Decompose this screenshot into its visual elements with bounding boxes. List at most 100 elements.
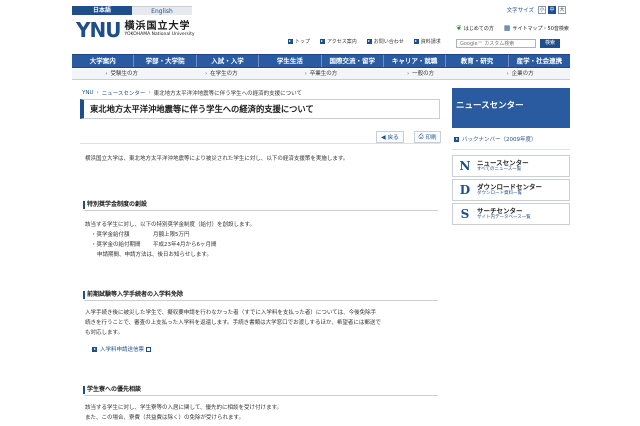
fee-application-label: 入学料申請送信票 [100, 347, 145, 353]
page: 日本語 English 文字サイズ 小 中 大 YNU 横浜国立大学 YOKOH… [72, 0, 570, 426]
article-intro: 横浜国立大学は、東北地方太平洋沖地震等により被災された学生に対し、以下の経済支援… [85, 150, 439, 163]
period-key: ・奨学金の給付期間 [91, 242, 141, 248]
util-link-label: トップ [295, 39, 311, 45]
breadcrumb-news[interactable]: ニュースセンター [102, 89, 146, 97]
util-link-contact[interactable]: お問い合わせ [366, 38, 404, 45]
global-nav: 大学案内 学部・大学院 入試・入学 学生生活 国際交流・留学 キャリア・就職 教… [72, 54, 570, 68]
intro-text: 横浜国立大学は、東北地方太平洋沖地震等により被災された学生に対し、以下の経済支援… [85, 156, 349, 162]
audience-nav: › 受験生の方 › 在学生の方 › 卒業生の方 › 一般の方 › 企業の方 [72, 69, 570, 80]
breadcrumb-separator: › [96, 90, 99, 96]
leaf-icon: ❦ [456, 24, 462, 32]
audience-public[interactable]: › 一般の方 [371, 69, 471, 79]
period-value: 平成23年4月から6ヶ月間 [153, 242, 217, 248]
arrow-icon [413, 39, 419, 44]
gnav-about[interactable]: 大学案内 [72, 55, 135, 67]
body-line: また、この場合、寮費（共益費は除く）の免除が受けられます。 [85, 415, 244, 421]
page-title-box: 東北地方太平洋沖地震等に伴う学生への経済的支援について [80, 99, 440, 119]
util-link-label: アクセス案内 [327, 39, 357, 45]
body-line: 続きを行うことで、審査の上支払った入学料を返還します。手続き書類は大学窓口でお渡… [85, 320, 381, 326]
audience-label: 卒業生の方 [309, 71, 338, 77]
section-heading-scholarship: 特別奨学金制度の創設 [83, 200, 438, 211]
audience-applicants[interactable]: › 受験生の方 [72, 69, 172, 79]
first-time-link[interactable]: ❦ はじめての方 [456, 24, 494, 32]
util-link-top[interactable]: トップ [288, 38, 310, 45]
gnav-international[interactable]: 国際交流・留学 [322, 55, 384, 67]
gnav-industry[interactable]: 産学・社会連携 [509, 55, 570, 67]
text-size-medium-button[interactable]: 中 [548, 6, 556, 14]
gnav-research[interactable]: 教育・研究 [446, 55, 509, 67]
sidebar-box-title: サーチセンター [477, 207, 523, 215]
chevron-right-icon: › [506, 71, 509, 77]
chevron-right-icon: › [205, 71, 208, 77]
sidebar-search-center[interactable]: S サーチセンター サイト内データベース一覧 [452, 203, 570, 225]
audience-companies[interactable]: › 企業の方 [470, 69, 570, 79]
util-link-request[interactable]: 資料請求 [413, 38, 441, 45]
gnav-career[interactable]: キャリア・就職 [384, 55, 447, 67]
site-logo[interactable]: YNU 横浜国立大学 YOKOHAMA National University [76, 20, 195, 40]
fee-application-link[interactable]: 入学料申請送信票 [92, 345, 152, 353]
breadcrumb: YNU › ニュースセンター › 東北地方太平洋沖地震等に伴う学生への経済的支援… [82, 89, 302, 97]
amount-row: ・奨学金給付額 月額上限5万円 [85, 230, 439, 240]
body-line: 申請期間、申請方法は、後日お知らせします。 [97, 252, 212, 258]
text-size-small-button[interactable]: 小 [538, 6, 546, 14]
gnav-admissions[interactable]: 入試・入学 [197, 55, 260, 67]
gnav-student-life[interactable]: 学生生活 [259, 55, 322, 67]
body-line: も対応します。 [85, 330, 123, 336]
search-button[interactable]: 検索 [540, 39, 560, 48]
download-icon: D [459, 183, 471, 197]
back-arrow-icon: ◀ [381, 133, 386, 141]
printer-icon: ⎙ [418, 133, 424, 140]
section-heading-fee-exemption: 前期試験等入学手続者の入学料免除 [83, 290, 438, 301]
arrow-icon [92, 346, 97, 352]
body-line: 入学手続き後に被災した学生で、擬収要申請を行わなかった者（すでに入学料を支払った… [85, 310, 377, 316]
logo-mark: YNU [76, 18, 121, 42]
page-actions: ◀ 戻る ⎙ 印刷 [376, 131, 442, 143]
text-size-large-button[interactable]: 大 [558, 6, 566, 14]
back-button[interactable]: ◀ 戻る [376, 131, 404, 143]
breadcrumb-separator: › [148, 90, 151, 96]
language-switch: 日本語 English [72, 6, 192, 15]
print-button[interactable]: ⎙ 印刷 [413, 131, 442, 143]
sidebar-box-subtitle: サイト内データベース一覧 [477, 215, 531, 220]
external-link-icon [146, 346, 152, 352]
logo-english-name: YOKOHAMA National University [124, 32, 195, 37]
util-link-label: 資料請求 [420, 39, 441, 45]
back-label: 戻る [387, 135, 399, 141]
audience-label: 企業の方 [511, 71, 534, 77]
arrow-icon [366, 39, 372, 44]
backnumber-link[interactable]: バックナンバー（2009年度） [452, 134, 570, 144]
lang-en-tab[interactable]: English [132, 6, 192, 15]
arrow-icon [288, 39, 293, 44]
lang-ja-tab[interactable]: 日本語 [72, 6, 132, 15]
sitemap-link[interactable]: ▦ サイトマップ・50音検索 [504, 24, 569, 32]
breadcrumb-home[interactable]: YNU [82, 90, 94, 96]
chevron-right-icon: › [304, 71, 307, 77]
sidebar-download-center[interactable]: D ダウンロードセンター ダウンロード資料一覧 [452, 179, 570, 201]
search-input[interactable] [456, 39, 536, 48]
body-line: 該当する学生に対し、以下の特別奨学金制度（給付）を創設します。 [85, 222, 255, 228]
sitemap-icon: ▦ [503, 24, 511, 32]
divider [80, 143, 440, 144]
section-heading-dormitory: 学生寮への優先相談 [83, 385, 438, 396]
arrow-icon [320, 39, 326, 44]
chevron-right-icon: › [105, 71, 108, 77]
sidebar-box-subtitle: すべてのニュース一覧 [477, 167, 522, 172]
sidebar-box-subtitle: ダウンロード資料一覧 [477, 191, 522, 196]
sidebar-news-center[interactable]: N ニュースセンター すべてのニュース一覧 [452, 155, 570, 177]
sidebar-heading: ニュースセンター [452, 88, 570, 128]
util-link-access[interactable]: アクセス案内 [320, 38, 357, 45]
body-line: 該当する学生に対し、学生寮等の入居に関して、優先的に相談を受け付けます。 [85, 405, 283, 411]
audience-students[interactable]: › 在学生の方 [172, 69, 272, 79]
gnav-faculties[interactable]: 学部・大学院 [134, 55, 197, 67]
audience-label: 受験生の方 [110, 71, 139, 77]
chevron-right-icon: › [407, 71, 410, 77]
audience-alumni[interactable]: › 卒業生の方 [271, 69, 371, 79]
site-search: 検索 [456, 39, 560, 48]
news-icon: N [459, 159, 471, 173]
audience-label: 在学生の方 [210, 71, 238, 77]
util-link-label: お問い合わせ [373, 39, 404, 45]
page-title: 東北地方太平洋沖地震等に伴う学生への経済的支援について [90, 104, 314, 114]
sidebar-box-title: ニュースセンター [477, 159, 529, 167]
audience-label: 一般の方 [412, 71, 435, 77]
sitemap-label: サイトマップ・50音検索 [512, 25, 569, 32]
